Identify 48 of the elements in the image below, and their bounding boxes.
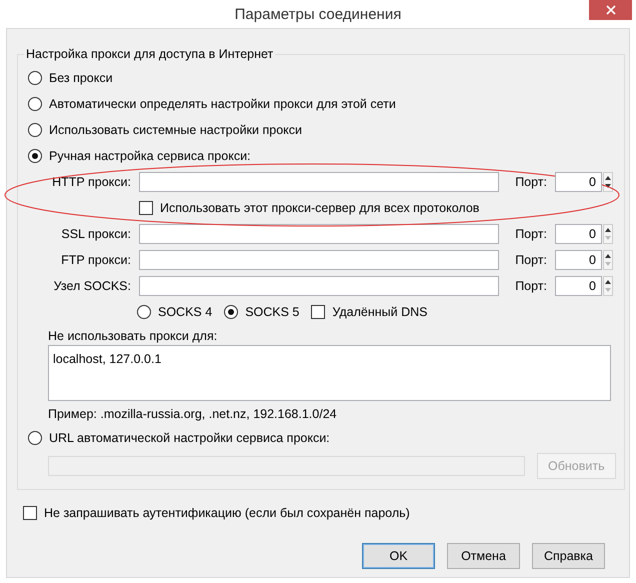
radio-button[interactable]	[28, 149, 42, 163]
radio-button[interactable]	[28, 123, 42, 137]
section-label: Не использовать прокси для:	[48, 329, 218, 343]
checkbox-label[interactable]: Использовать этот прокси-сервер для всех протоколов	[139, 201, 480, 215]
field-label: Узел SOCKS:	[52, 279, 131, 293]
radio-button[interactable]	[28, 71, 42, 85]
spinner-icon[interactable]	[603, 276, 613, 296]
field-label: Порт:	[514, 175, 547, 189]
checkbox-label[interactable]: Не запрашивать аутентификацию (если был сохранён пароль)	[23, 506, 410, 520]
checkbox[interactable]	[23, 506, 37, 520]
spinner-icon[interactable]	[603, 250, 613, 270]
text-area[interactable]: localhost, 127.0.0.1	[48, 345, 611, 401]
checkbox[interactable]	[311, 305, 326, 319]
radio-button[interactable]	[137, 305, 151, 319]
radio-label[interactable]: Использовать системные настройки прокси	[28, 123, 302, 137]
field-label: HTTP прокси:	[51, 175, 131, 189]
group-title: Настройка прокси для доступа в Интернет	[25, 47, 274, 61]
radio-label[interactable]: Без прокси	[28, 71, 113, 85]
input-field[interactable]	[139, 172, 499, 192]
port-field[interactable]: 0	[555, 172, 602, 192]
close-icon	[606, 5, 616, 15]
dialog-button[interactable]: OK	[362, 543, 435, 569]
field-label: Порт:	[514, 279, 547, 293]
hint-text: Пример: .mozilla-russia.org, .net.nz, 192.168.1.0/24	[48, 407, 338, 421]
field-label: SSL прокси:	[60, 227, 131, 241]
input-field[interactable]	[139, 224, 499, 244]
field-label: Порт:	[514, 227, 547, 241]
radio-button[interactable]	[224, 305, 238, 319]
spinner-icon[interactable]	[603, 172, 613, 192]
close-button[interactable]	[589, 0, 632, 20]
field-label: FTP прокси:	[60, 253, 131, 267]
radio-label[interactable]: SOCKS 5	[224, 305, 300, 319]
spinner-icon[interactable]	[603, 224, 613, 244]
checkbox-label[interactable]: Удалённый DNS	[311, 305, 428, 319]
window-title: Параметры соединения	[234, 6, 402, 22]
radio-label[interactable]: Ручная настройка сервиса прокси:	[28, 149, 251, 163]
radio-button[interactable]	[28, 97, 42, 111]
input-field[interactable]	[139, 250, 499, 270]
input-field[interactable]	[139, 276, 499, 296]
field-label: Порт:	[514, 253, 547, 267]
dialog-button[interactable]: Справка	[532, 543, 605, 569]
port-field[interactable]: 0	[555, 250, 602, 270]
checkbox[interactable]	[139, 201, 153, 215]
dialog-button[interactable]: Отмена	[447, 543, 520, 569]
port-field[interactable]: 0	[555, 276, 602, 296]
radio-label[interactable]: Автоматически определять настройки прокси для этой сети	[28, 97, 396, 111]
radio-label[interactable]: SOCKS 4	[137, 305, 212, 319]
port-field[interactable]: 0	[555, 224, 602, 244]
